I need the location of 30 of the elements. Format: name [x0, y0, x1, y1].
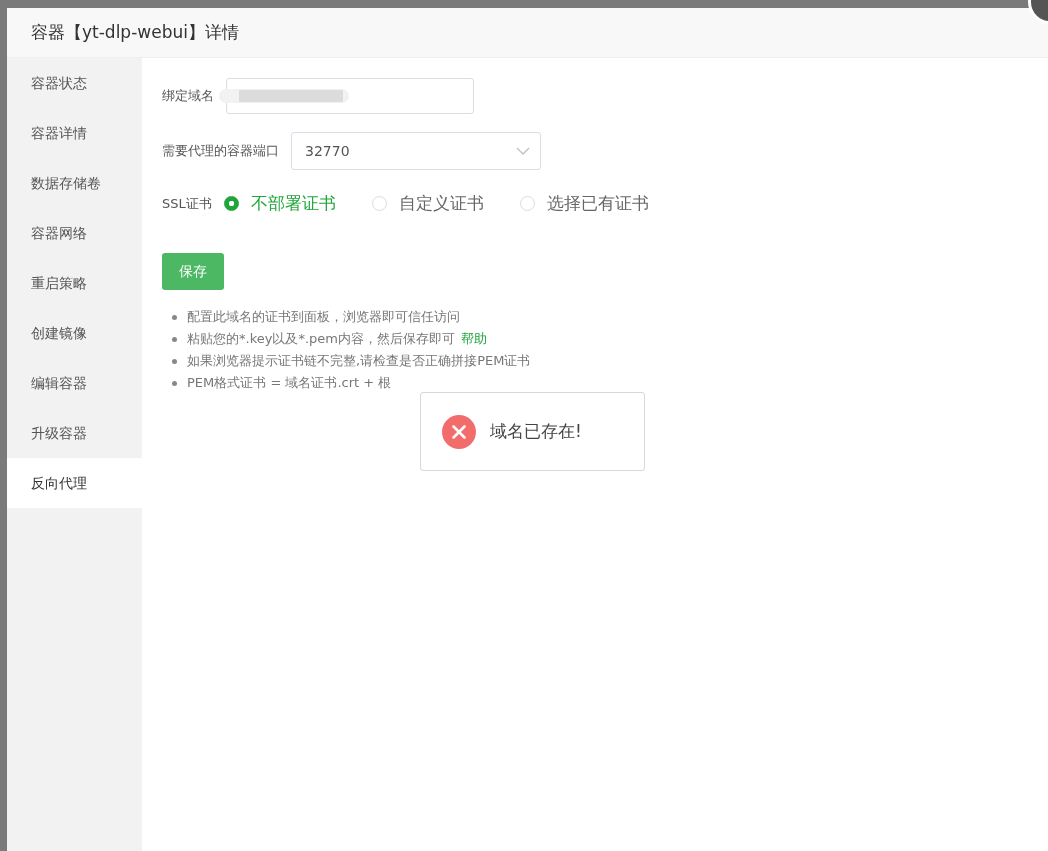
sidebar-item[interactable]: 容器网络	[7, 208, 142, 258]
radio-option[interactable]: 选择已有证书	[519, 192, 649, 215]
error-icon	[442, 414, 476, 449]
bullet-icon	[172, 336, 177, 342]
note-text: 配置此域名的证书到面板，浏览器即可信任访问	[187, 308, 460, 326]
note-text: 粘贴您的*.key以及*.pem内容，然后保存即可	[187, 330, 455, 348]
sidebar-item[interactable]: 容器详情	[7, 108, 142, 158]
window-title: 容器【yt-dlp-webui】详情	[31, 21, 239, 44]
radio-label: 不部署证书	[250, 192, 336, 215]
field-label: 绑定域名	[162, 87, 214, 105]
chevron-down-icon	[516, 147, 530, 155]
toast-message: 域名已存在!	[490, 420, 582, 443]
sidebar-item[interactable]: 反向代理	[7, 458, 142, 508]
sidebar-item[interactable]: 数据存储卷	[7, 158, 142, 208]
sidebar-item[interactable]: 重启策略	[7, 258, 142, 308]
sidebar-item[interactable]: 编辑容器	[7, 358, 142, 408]
bullet-icon	[172, 314, 177, 320]
field-label: SSL证书	[162, 194, 212, 213]
radio-label: 选择已有证书	[546, 192, 649, 215]
sidebar-item[interactable]: 创建镜像	[7, 308, 142, 358]
radio-label: 自定义证书	[398, 192, 484, 215]
bullet-icon	[172, 358, 177, 364]
sidebar-item[interactable]: 容器状态	[7, 58, 142, 108]
field-label: 需要代理的容器端口	[162, 142, 279, 160]
port-select[interactable]: 32770	[291, 132, 541, 170]
bullet-icon	[172, 380, 177, 386]
sidebar-item[interactable]: 升级容器	[7, 408, 142, 458]
note-text: 如果浏览器提示证书链不完整,请检查是否正确拼接PEM证书	[187, 352, 531, 370]
radio-option[interactable]: 自定义证书	[371, 192, 484, 215]
note-text: PEM格式证书 = 域名证书.crt + 根	[187, 374, 392, 392]
